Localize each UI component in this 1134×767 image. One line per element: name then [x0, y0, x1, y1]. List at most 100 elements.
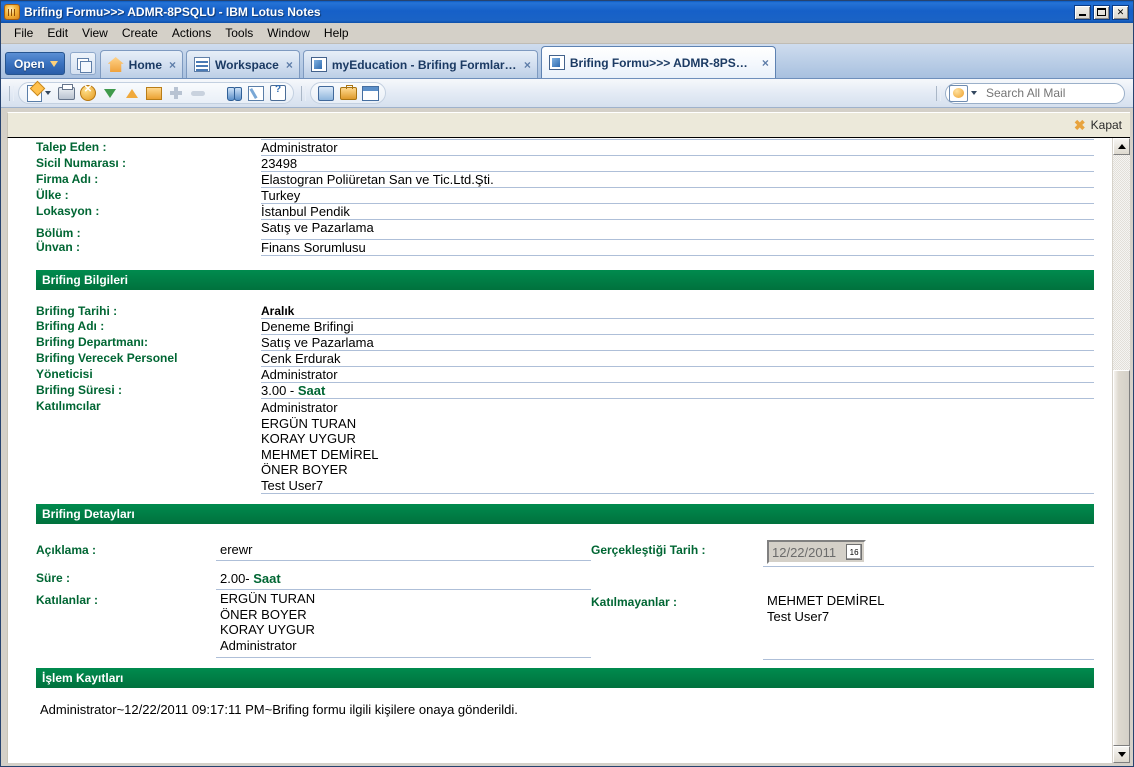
window-switcher-button[interactable]: [69, 52, 96, 75]
maximize-button[interactable]: [1093, 4, 1110, 20]
edit-document-button[interactable]: [246, 84, 266, 102]
minimize-button[interactable]: [1074, 4, 1091, 20]
menu-help[interactable]: Help: [317, 24, 356, 42]
field-value-sicil-numarasi[interactable]: 23498: [261, 155, 1094, 172]
table-row: Ülke : Turkey: [36, 187, 1094, 204]
briefing-info-table: Brifing Tarihi : Aralık Brifing Adı : De…: [36, 304, 1094, 494]
window-tile-button[interactable]: [360, 84, 380, 102]
menu-actions[interactable]: Actions: [165, 24, 218, 42]
search-input[interactable]: [984, 85, 1134, 101]
field-value-katilmayanlar[interactable]: MEHMET DEMİREL Test User7: [763, 592, 1094, 660]
briefcase-button[interactable]: [338, 84, 358, 102]
table-row: Brifing Tarihi : Aralık: [36, 304, 1094, 319]
toolbar-grip-3[interactable]: [936, 85, 941, 101]
search-button[interactable]: [224, 84, 244, 102]
scroll-down-button[interactable]: [1113, 746, 1130, 763]
toolbar-grip-2[interactable]: [301, 85, 306, 101]
tab-workspace-label: Workspace: [215, 57, 279, 72]
field-label-brifing-tarihi: Brifing Tarihi :: [36, 304, 118, 318]
field-label-katilanlar: Katılanlar :: [36, 593, 99, 607]
tab-home[interactable]: Home ×: [99, 50, 184, 78]
table-row: Talep Eden : Administrator: [36, 139, 1094, 156]
field-value-katilimcilar[interactable]: Administrator ERGÜN TURAN KORAY UYGUR ME…: [261, 398, 1094, 494]
menu-view[interactable]: View: [75, 24, 115, 42]
field-label-brifing-verecek-personel: Brifing Verecek Personel: [36, 350, 178, 365]
toolbar-grip[interactable]: [9, 85, 14, 101]
contacts-button[interactable]: [316, 84, 336, 102]
search-all-mail-box[interactable]: [945, 82, 1134, 104]
field-row-gerceklestigi-tarih: Gerçekleştiği Tarih : 12/22/2011 16: [591, 540, 1094, 567]
field-label-katilmayanlar: Katılmayanlar :: [591, 595, 678, 609]
field-value-aciklama[interactable]: erewr: [216, 540, 591, 561]
document-icon: [310, 57, 327, 72]
help-button[interactable]: [268, 84, 288, 102]
field-value-talep-eden[interactable]: Administrator: [261, 139, 1094, 156]
lotus-notes-icon: [4, 4, 20, 20]
tab-brifing-formu[interactable]: Brifing Formu>>> ADMR-8PSQLU ×: [540, 46, 776, 78]
field-value-brifing-verecek-personel[interactable]: Cenk Erdurak: [261, 350, 1094, 367]
new-document-dropdown-icon[interactable]: [45, 91, 51, 95]
field-label-aciklama: Açıklama :: [36, 543, 97, 557]
field-value-brifing-adi[interactable]: Deneme Brifingi: [261, 318, 1094, 335]
field-value-katilanlar[interactable]: ERGÜN TURAN ÖNER BOYER KORAY UYGUR Admin…: [216, 590, 591, 658]
scroll-up-button[interactable]: [1113, 138, 1130, 155]
field-value-gerceklestigi-tarih[interactable]: 12/22/2011 16: [763, 540, 1094, 567]
field-value-bolum[interactable]: Satış ve Pazarlama: [261, 219, 1094, 240]
tab-workspace-close-icon[interactable]: ×: [286, 58, 293, 72]
tab-home-close-icon[interactable]: ×: [169, 58, 176, 72]
field-label-firma-adi: Firma Adı :: [36, 171, 99, 186]
search-scope-dropdown-icon[interactable]: [971, 91, 977, 95]
document-scroll-viewport: Talep Tarihi : 12/22/2011 Talep Eden : A…: [8, 138, 1112, 763]
field-label-bolum: Bölüm :: [36, 225, 81, 240]
tab-myeducation-close-icon[interactable]: ×: [524, 58, 531, 72]
open-folder-button[interactable]: [144, 84, 164, 102]
open-dropdown-arrow-icon: [49, 60, 58, 67]
menu-window[interactable]: Window: [260, 24, 317, 42]
table-row: Bölüm : Satış ve Pazarlama: [36, 219, 1094, 240]
menu-tools[interactable]: Tools: [218, 24, 260, 42]
window-controls: ✕: [1074, 4, 1131, 20]
new-document-button[interactable]: [24, 84, 44, 102]
field-value-lokasyon[interactable]: İstanbul Pendik: [261, 203, 1094, 220]
field-row-aciklama: Açıklama : erewr: [36, 540, 591, 561]
brifing-suresi-number: 3.00 -: [261, 383, 298, 398]
menu-file[interactable]: File: [7, 24, 40, 42]
field-value-ulke[interactable]: Turkey: [261, 187, 1094, 204]
scrollbar-thumb[interactable]: [1113, 370, 1130, 746]
tab-myeducation[interactable]: myEducation - Brifing Formları\02.Ta... …: [302, 50, 538, 78]
kapat-button[interactable]: ✖ Kapat: [1074, 118, 1122, 132]
field-value-brifing-tarihi[interactable]: Aralık: [261, 304, 1094, 319]
tab-brifing-formu-close-icon[interactable]: ×: [762, 56, 769, 70]
table-row: Brifing Verecek Personel Cenk Erdurak: [36, 350, 1094, 367]
mail-scope-icon[interactable]: [949, 84, 968, 102]
field-value-brifing-suresi[interactable]: 3.00 - Saat: [261, 382, 1094, 399]
table-row: Sicil Numarası : 23498: [36, 155, 1094, 172]
section-header-brifing-bilgileri: Brifing Bilgileri: [36, 270, 1094, 290]
vertical-scrollbar[interactable]: [1112, 138, 1130, 763]
brifing-suresi-unit: Saat: [297, 383, 326, 398]
field-value-sure[interactable]: 2.00- Saat: [216, 568, 591, 590]
tab-workspace[interactable]: Workspace ×: [186, 50, 300, 78]
print-button[interactable]: [56, 83, 76, 102]
document-area: Talep Tarihi : 12/22/2011 Talep Eden : A…: [7, 138, 1130, 763]
field-value-yoneticisi[interactable]: Administrator: [261, 366, 1094, 383]
collapse-button: [188, 84, 208, 102]
replicate-down-button[interactable]: [100, 84, 120, 102]
scrollbar-track-upper[interactable]: [1113, 155, 1130, 370]
toolbar: [1, 79, 1134, 108]
replicate-up-button[interactable]: [122, 84, 142, 102]
stop-button[interactable]: [78, 84, 98, 102]
menu-edit[interactable]: Edit: [40, 24, 75, 42]
field-label-gerceklestigi-tarih: Gerçekleştiği Tarih :: [591, 543, 706, 557]
field-value-brifing-departmani[interactable]: Satış ve Pazarlama: [261, 334, 1094, 351]
date-input-gerceklestigi-tarih[interactable]: 12/22/2011 16: [767, 540, 867, 564]
field-value-firma-adi[interactable]: Elastogran Poliüretan San ve Tic.Ltd.Şti…: [261, 171, 1094, 188]
workspace-icon: [194, 57, 211, 72]
calendar-picker-icon[interactable]: 16: [846, 544, 863, 560]
open-button[interactable]: Open: [5, 52, 65, 75]
menu-create[interactable]: Create: [115, 24, 165, 42]
field-value-unvan[interactable]: Finans Sorumlusu: [261, 239, 1094, 256]
section-header-brifing-detaylari: Brifing Detayları: [36, 504, 1094, 524]
sure-number: 2.00-: [220, 571, 254, 586]
close-window-button[interactable]: ✕: [1112, 4, 1129, 20]
